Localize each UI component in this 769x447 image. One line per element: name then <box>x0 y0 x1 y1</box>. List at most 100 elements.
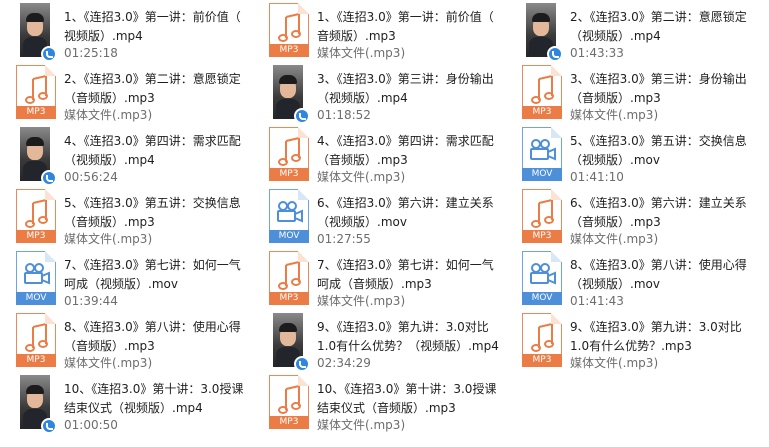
file-item[interactable]: MP3 3、《连招3.0》第三讲：身份输出 （音频版）.mp3 媒体文件(.mp3) <box>506 62 756 124</box>
file-item[interactable]: MOV 5、《连招3.0》第五讲：交换信息 （视频版）.mov 01:41:10 <box>506 124 756 186</box>
file-type-label: MP3 <box>269 44 309 57</box>
mov-file-icon: MOV <box>522 251 562 305</box>
file-name: 1、《连招3.0》第一讲：前价值（ 音频版）.mp3 <box>317 10 494 43</box>
file-name: 8、《连招3.0》第八讲：使用心得 （音频版）.mp3 <box>64 320 241 353</box>
duration-text: 01:41:43 <box>570 294 624 308</box>
file-type-label: MP3 <box>269 292 309 305</box>
file-item[interactable]: MP3 5、《连招3.0》第五讲：交换信息 （音频版）.mp3 媒体文件(.mp3) <box>0 186 250 248</box>
video-thumbnail-icon <box>526 3 563 62</box>
video-thumbnail-icon <box>20 127 57 186</box>
duration-text: 00:56:24 <box>64 170 118 184</box>
mp3-file-icon: MP3 <box>522 65 562 119</box>
file-type-text: 媒体文件(.mp3) <box>64 232 153 246</box>
file-name: 7、《连招3.0》第七讲：如何一气 呵成（视频版）.mov <box>64 258 241 291</box>
file-item[interactable]: 9、《连招3.0》第九讲：3.0对比 1.0有什么优势？（视频版）.mp4 02:… <box>253 310 503 372</box>
sync-badge-icon <box>41 170 57 186</box>
sync-badge-icon <box>294 356 310 372</box>
file-type-label: MP3 <box>16 106 56 119</box>
file-type-label: MOV <box>269 230 309 243</box>
file-name: 4、《连招3.0》第四讲：需求匹配 （视频版）.mp4 <box>64 134 241 167</box>
video-thumbnail-icon <box>20 375 57 434</box>
duration-text: 01:43:33 <box>570 46 624 60</box>
duration-text: 01:00:50 <box>64 418 118 432</box>
file-type-text: 媒体文件(.mp3) <box>570 356 659 370</box>
file-type-text: 媒体文件(.mp3) <box>570 232 659 246</box>
file-item[interactable]: MP3 10、《连招3.0》第十讲：3.0授课 结束仪式（音频版）.mp3 媒体文件… <box>253 372 503 434</box>
file-name: 9、《连招3.0》第九讲：3.0对比 1.0有什么优势？（视频版）.mp4 <box>317 320 499 353</box>
file-type-text: 媒体文件(.mp3) <box>570 108 659 122</box>
file-type-label: MP3 <box>16 354 56 367</box>
duration-text: 01:18:52 <box>317 108 371 122</box>
file-item[interactable]: MP3 4、《连招3.0》第四讲：需求匹配 （音频版）.mp3 媒体文件(.mp3) <box>253 124 503 186</box>
duration-text: 02:34:29 <box>317 356 371 370</box>
file-name: 6、《连招3.0》第六讲：建立关系 （视频版）.mov <box>317 196 494 229</box>
file-item[interactable]: MP3 8、《连招3.0》第八讲：使用心得 （音频版）.mp3 媒体文件(.mp3) <box>0 310 250 372</box>
file-type-label: MP3 <box>16 230 56 243</box>
file-name: 10、《连招3.0》第十讲：3.0授课 结束仪式（视频版）.mp4 <box>64 382 244 415</box>
video-thumbnail-icon <box>20 3 57 62</box>
file-item[interactable]: MOV 7、《连招3.0》第七讲：如何一气 呵成（视频版）.mov 01:39:44 <box>0 248 250 310</box>
file-item[interactable]: MOV 6、《连招3.0》第六讲：建立关系 （视频版）.mov 01:27:55 <box>253 186 503 248</box>
duration-text: 01:41:10 <box>570 170 624 184</box>
file-type-label: MP3 <box>269 416 309 429</box>
file-name: 5、《连招3.0》第五讲：交换信息 （音频版）.mp3 <box>64 196 241 229</box>
mov-file-icon: MOV <box>16 251 56 305</box>
mov-file-icon: MOV <box>269 189 309 243</box>
file-type-label: MOV <box>522 168 562 181</box>
sync-badge-icon <box>41 418 57 434</box>
file-item[interactable]: 2、《连招3.0》第二讲：意愿锁定 （视频版）.mp4 01:43:33 <box>506 0 756 62</box>
file-type-label: MOV <box>16 292 56 305</box>
file-type-text: 媒体文件(.mp3) <box>317 170 406 184</box>
mov-file-icon: MOV <box>522 127 562 181</box>
sync-badge-icon <box>294 108 310 124</box>
video-thumbnail-icon <box>273 313 310 372</box>
file-name: 10、《连招3.0》第十讲：3.0授课 结束仪式（音频版）.mp3 <box>317 382 497 415</box>
file-item[interactable]: 3、《连招3.0》第三讲：身份输出 （视频版）.mp4 01:18:52 <box>253 62 503 124</box>
mp3-file-icon: MP3 <box>16 313 56 367</box>
file-name: 4、《连招3.0》第四讲：需求匹配 （音频版）.mp3 <box>317 134 494 167</box>
file-item[interactable]: MP3 6、《连招3.0》第六讲：建立关系 （音频版）.mp3 媒体文件(.mp3) <box>506 186 756 248</box>
file-item[interactable]: 4、《连招3.0》第四讲：需求匹配 （视频版）.mp4 00:56:24 <box>0 124 250 186</box>
file-name: 2、《连招3.0》第二讲：意愿锁定 （音频版）.mp3 <box>64 72 241 105</box>
file-name: 8、《连招3.0》第八讲：使用心得 （视频版）.mov <box>570 258 747 291</box>
file-name: 9、《连招3.0》第九讲：3.0对比 1.0有什么优势？.mp3 <box>570 320 742 353</box>
mp3-file-icon: MP3 <box>269 127 309 181</box>
file-item[interactable]: MP3 2、《连招3.0》第二讲：意愿锁定 （音频版）.mp3 媒体文件(.mp3) <box>0 62 250 124</box>
file-type-text: 媒体文件(.mp3) <box>317 294 406 308</box>
duration-text: 01:39:44 <box>64 294 118 308</box>
sync-badge-icon <box>41 46 57 62</box>
file-item[interactable]: 1、《连招3.0》第一讲：前价值（ 视频版）.mp4 01:25:18 <box>0 0 250 62</box>
mp3-file-icon: MP3 <box>16 189 56 243</box>
duration-text: 01:25:18 <box>64 46 118 60</box>
file-grid: 1、《连招3.0》第一讲：前价值（ 视频版）.mp4 01:25:18 MP3 1、《… <box>0 0 769 447</box>
file-name: 3、《连招3.0》第三讲：身份输出 （音频版）.mp3 <box>570 72 747 105</box>
mp3-file-icon: MP3 <box>522 189 562 243</box>
file-item[interactable]: MOV 8、《连招3.0》第八讲：使用心得 （视频版）.mov 01:41:43 <box>506 248 756 310</box>
sync-badge-icon <box>547 46 563 62</box>
file-type-label: MOV <box>522 292 562 305</box>
file-type-label: MP3 <box>522 230 562 243</box>
mp3-file-icon: MP3 <box>522 313 562 367</box>
file-item[interactable]: 10、《连招3.0》第十讲：3.0授课 结束仪式（视频版）.mp4 01:00:5… <box>0 372 250 434</box>
file-name: 6、《连招3.0》第六讲：建立关系 （音频版）.mp3 <box>570 196 747 229</box>
file-type-text: 媒体文件(.mp3) <box>64 356 153 370</box>
duration-text: 01:27:55 <box>317 232 371 246</box>
file-type-label: MP3 <box>269 168 309 181</box>
file-name: 1、《连招3.0》第一讲：前价值（ 视频版）.mp4 <box>64 10 241 43</box>
file-type-text: 媒体文件(.mp3) <box>317 418 406 432</box>
file-type-label: MP3 <box>522 354 562 367</box>
mp3-file-icon: MP3 <box>269 251 309 305</box>
file-item[interactable]: MP3 9、《连招3.0》第九讲：3.0对比 1.0有什么优势？.mp3 媒体文件(… <box>506 310 756 372</box>
file-item[interactable]: MP3 1、《连招3.0》第一讲：前价值（ 音频版）.mp3 媒体文件(.mp3) <box>253 0 503 62</box>
file-type-label: MP3 <box>522 106 562 119</box>
mp3-file-icon: MP3 <box>269 375 309 429</box>
video-thumbnail-icon <box>273 65 310 124</box>
file-name: 3、《连招3.0》第三讲：身份输出 （视频版）.mp4 <box>317 72 494 105</box>
file-name: 5、《连招3.0》第五讲：交换信息 （视频版）.mov <box>570 134 747 167</box>
mp3-file-icon: MP3 <box>16 65 56 119</box>
file-type-text: 媒体文件(.mp3) <box>317 46 406 60</box>
file-item[interactable]: MP3 7、《连招3.0》第七讲：如何一气 呵成（音频版）.mp3 媒体文件(.mp… <box>253 248 503 310</box>
file-name: 2、《连招3.0》第二讲：意愿锁定 （视频版）.mp4 <box>570 10 747 43</box>
file-type-text: 媒体文件(.mp3) <box>64 108 153 122</box>
mp3-file-icon: MP3 <box>269 3 309 57</box>
